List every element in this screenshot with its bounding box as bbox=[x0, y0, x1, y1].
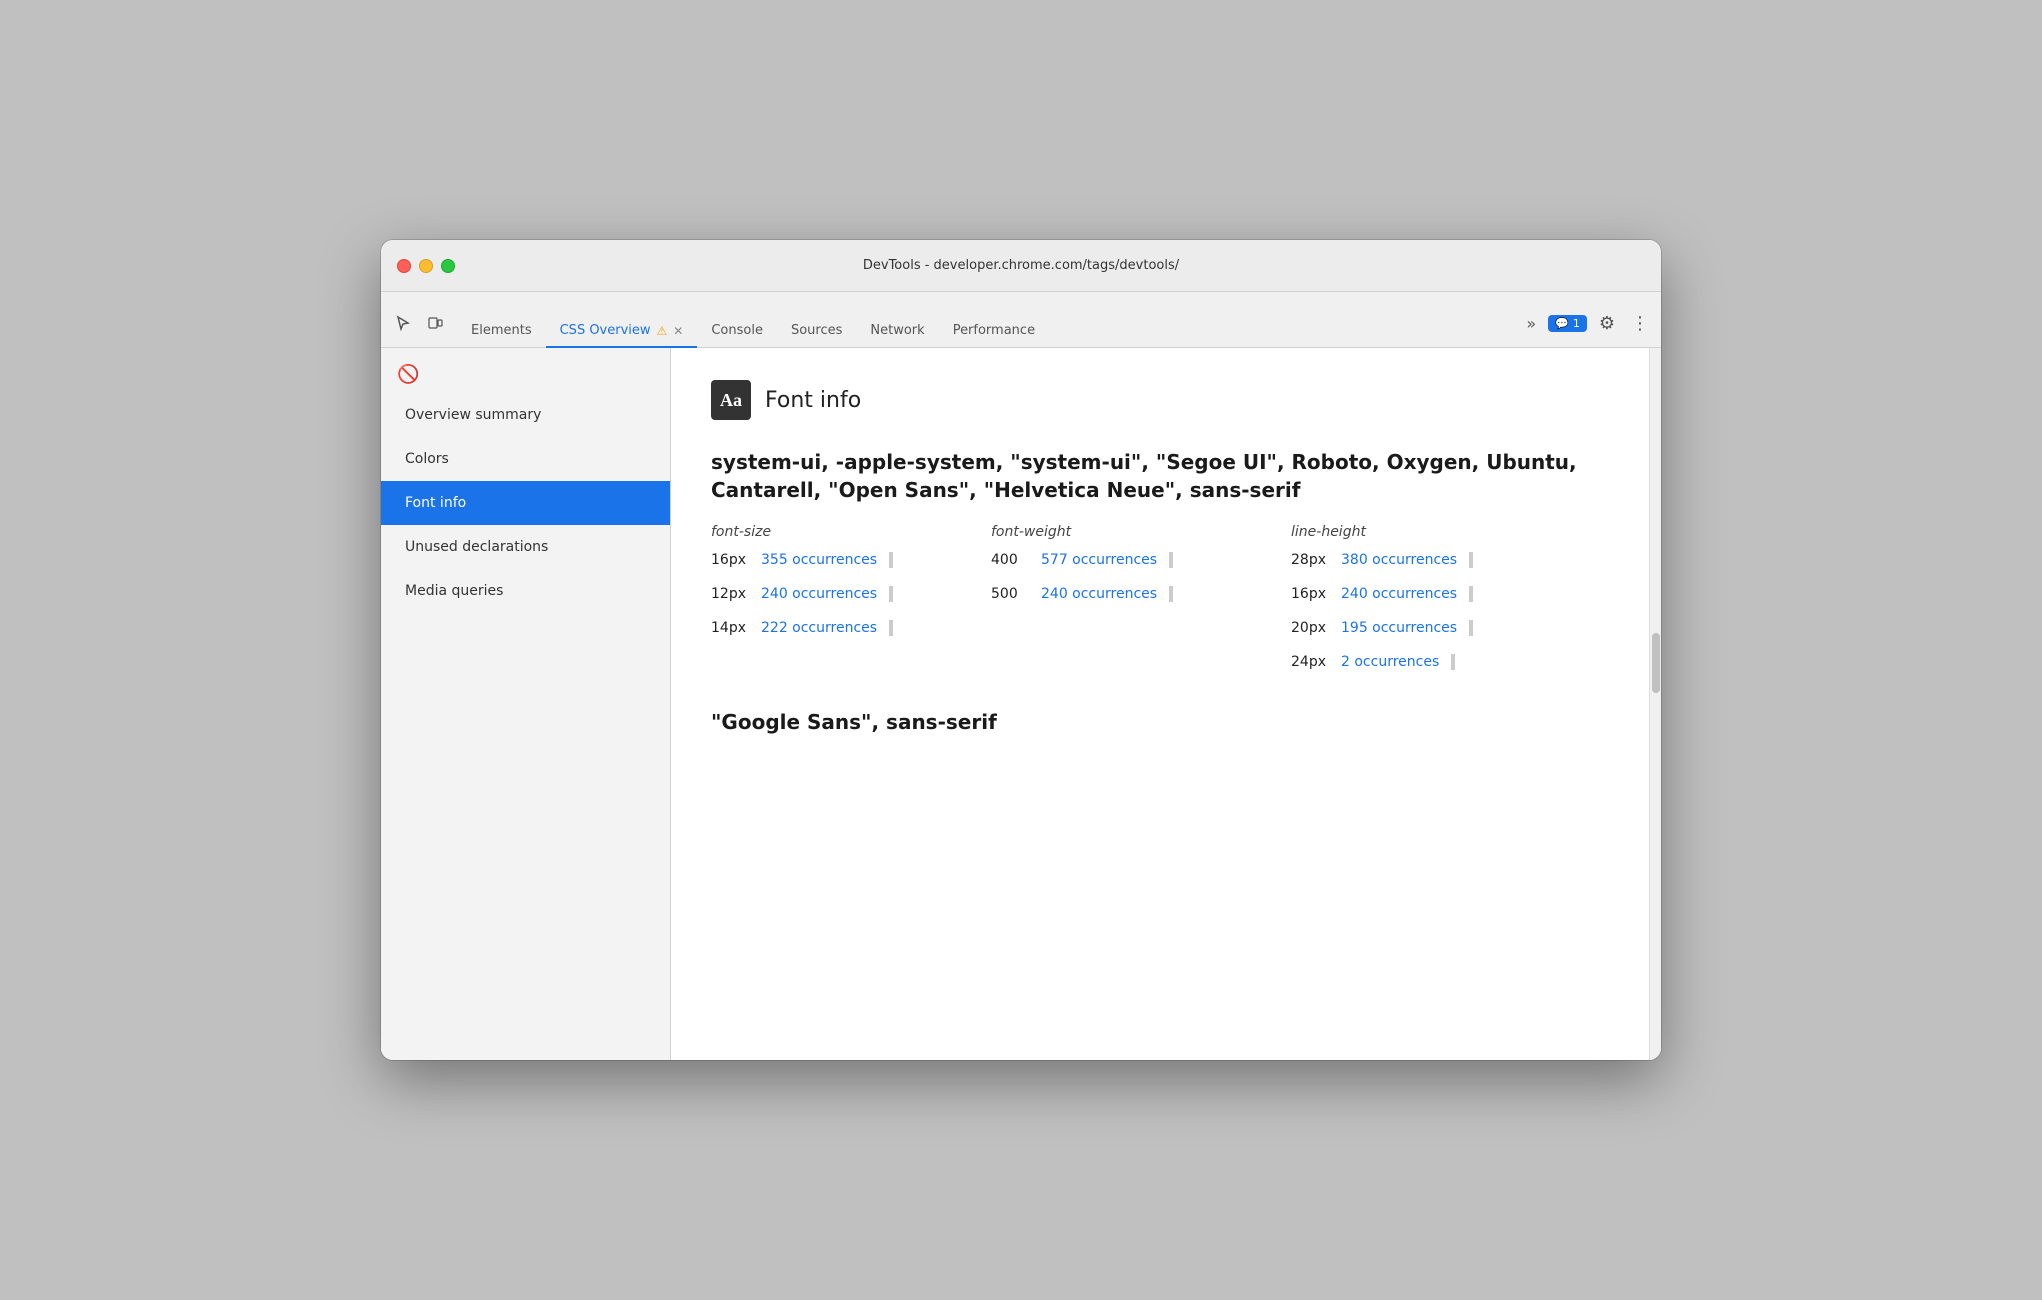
font-size-value: 14px bbox=[711, 620, 751, 636]
cursor-icon[interactable] bbox=[389, 309, 417, 337]
tab-console[interactable]: Console bbox=[697, 315, 777, 348]
section-header: Aa Font info bbox=[711, 380, 1609, 420]
device-icon[interactable] bbox=[421, 309, 449, 337]
font-weight-cell-1: 400 577 occurrences bbox=[991, 552, 1291, 568]
tab-css-overview[interactable]: CSS Overview ⚠ ✕ bbox=[546, 315, 698, 348]
font-size-bar[interactable] bbox=[889, 620, 893, 636]
titlebar: DevTools - developer.chrome.com/tags/dev… bbox=[381, 240, 1661, 292]
devtools-body: 🚫 Overview summary Colors Font info Unus… bbox=[381, 348, 1661, 1060]
font-size-cell-1: 16px 355 occurrences bbox=[711, 552, 991, 568]
col-header-font-size: font-size bbox=[711, 524, 991, 540]
warning-icon: ⚠ bbox=[657, 324, 668, 338]
font-table-headers: font-size font-weight line-height bbox=[711, 524, 1609, 540]
font-table-row: 12px 240 occurrences 500 240 occurrences… bbox=[711, 586, 1609, 602]
sidebar-item-media-queries[interactable]: Media queries bbox=[381, 569, 670, 613]
font-size-cell-2: 12px 240 occurrences bbox=[711, 586, 991, 602]
line-height-bar[interactable] bbox=[1469, 620, 1473, 636]
line-height-cell-3: 20px 195 occurrences bbox=[1291, 620, 1609, 636]
font-weight-bar[interactable] bbox=[1169, 586, 1173, 602]
sidebar-ban-icon[interactable]: 🚫 bbox=[381, 356, 670, 393]
font-family-name: system-ui, -apple-system, "system-ui", "… bbox=[711, 448, 1609, 504]
line-height-value: 20px bbox=[1291, 620, 1331, 636]
font-size-bar[interactable] bbox=[889, 586, 893, 602]
line-height-occurrences[interactable]: 2 occurrences bbox=[1341, 654, 1439, 670]
line-height-occurrences[interactable]: 240 occurrences bbox=[1341, 586, 1457, 602]
main-panel: Aa Font info system-ui, -apple-system, "… bbox=[671, 348, 1649, 1060]
window-title: DevTools - developer.chrome.com/tags/dev… bbox=[863, 258, 1179, 273]
col-header-line-height: line-height bbox=[1291, 524, 1609, 540]
notification-icon: 💬 bbox=[1555, 317, 1569, 330]
font-icon: Aa bbox=[711, 380, 751, 420]
line-height-bar[interactable] bbox=[1451, 654, 1455, 670]
sidebar-item-colors[interactable]: Colors bbox=[381, 437, 670, 481]
font-weight-value: 500 bbox=[991, 586, 1031, 602]
close-button[interactable] bbox=[397, 259, 411, 273]
tab-close-icon[interactable]: ✕ bbox=[673, 324, 683, 338]
line-height-occurrences[interactable]: 380 occurrences bbox=[1341, 552, 1457, 568]
tab-network[interactable]: Network bbox=[856, 315, 938, 348]
devtools-right-controls: » 💬 1 ⚙ ⋮ bbox=[1522, 310, 1653, 347]
more-tabs-button[interactable]: » bbox=[1522, 310, 1540, 337]
devtools-tabbar: Elements CSS Overview ⚠ ✕ Console Source… bbox=[381, 292, 1661, 348]
sidebar-item-unused-declarations[interactable]: Unused declarations bbox=[381, 525, 670, 569]
line-height-cell-2: 16px 240 occurrences bbox=[1291, 586, 1609, 602]
font-family-system-ui: system-ui, -apple-system, "system-ui", "… bbox=[711, 448, 1609, 670]
notification-badge[interactable]: 💬 1 bbox=[1548, 315, 1587, 332]
sidebar: 🚫 Overview summary Colors Font info Unus… bbox=[381, 348, 671, 1060]
maximize-button[interactable] bbox=[441, 259, 455, 273]
font-family-google-sans: "Google Sans", sans-serif bbox=[711, 710, 1609, 734]
tab-sources[interactable]: Sources bbox=[777, 315, 856, 348]
font-size-occurrences[interactable]: 355 occurrences bbox=[761, 552, 877, 568]
font-weight-occurrences[interactable]: 577 occurrences bbox=[1041, 552, 1157, 568]
col-header-font-weight: font-weight bbox=[991, 524, 1291, 540]
line-height-bar[interactable] bbox=[1469, 586, 1473, 602]
tab-elements[interactable]: Elements bbox=[457, 315, 546, 348]
font-weight-occurrences[interactable]: 240 occurrences bbox=[1041, 586, 1157, 602]
settings-button[interactable]: ⚙ bbox=[1595, 311, 1619, 336]
minimize-button[interactable] bbox=[419, 259, 433, 273]
font-size-value: 16px bbox=[711, 552, 751, 568]
font-size-cell-3: 14px 222 occurrences bbox=[711, 620, 991, 636]
line-height-value: 24px bbox=[1291, 654, 1331, 670]
line-height-bar[interactable] bbox=[1469, 552, 1473, 568]
line-height-value: 28px bbox=[1291, 552, 1331, 568]
font-weight-cell-2: 500 240 occurrences bbox=[991, 586, 1291, 602]
font-size-bar[interactable] bbox=[889, 552, 893, 568]
browser-window: DevTools - developer.chrome.com/tags/dev… bbox=[381, 240, 1661, 1060]
font-weight-value: 400 bbox=[991, 552, 1031, 568]
font-size-occurrences[interactable]: 222 occurrences bbox=[761, 620, 877, 636]
font-weight-bar[interactable] bbox=[1169, 552, 1173, 568]
font-size-value: 12px bbox=[711, 586, 751, 602]
devtools-left-icons bbox=[389, 309, 449, 347]
font-size-occurrences[interactable]: 240 occurrences bbox=[761, 586, 877, 602]
line-height-value: 16px bbox=[1291, 586, 1331, 602]
font-table-row: 24px 2 occurrences bbox=[711, 654, 1609, 670]
scrollbar-track[interactable] bbox=[1649, 348, 1661, 1060]
line-height-cell-1: 28px 380 occurrences bbox=[1291, 552, 1609, 568]
sidebar-item-font-info[interactable]: Font info bbox=[381, 481, 670, 525]
line-height-occurrences[interactable]: 195 occurrences bbox=[1341, 620, 1457, 636]
font-table-row: 16px 355 occurrences 400 577 occurrences… bbox=[711, 552, 1609, 568]
font-table-row: 14px 222 occurrences 20px 195 occurrence… bbox=[711, 620, 1609, 636]
sidebar-item-overview-summary[interactable]: Overview summary bbox=[381, 393, 670, 437]
line-height-cell-4: 24px 2 occurrences bbox=[1291, 654, 1609, 670]
notification-count: 1 bbox=[1573, 317, 1580, 330]
scrollbar-thumb[interactable] bbox=[1652, 633, 1660, 693]
section-title: Font info bbox=[765, 388, 861, 413]
tab-performance[interactable]: Performance bbox=[939, 315, 1049, 348]
more-options-button[interactable]: ⋮ bbox=[1627, 311, 1653, 336]
window-controls bbox=[397, 259, 455, 273]
